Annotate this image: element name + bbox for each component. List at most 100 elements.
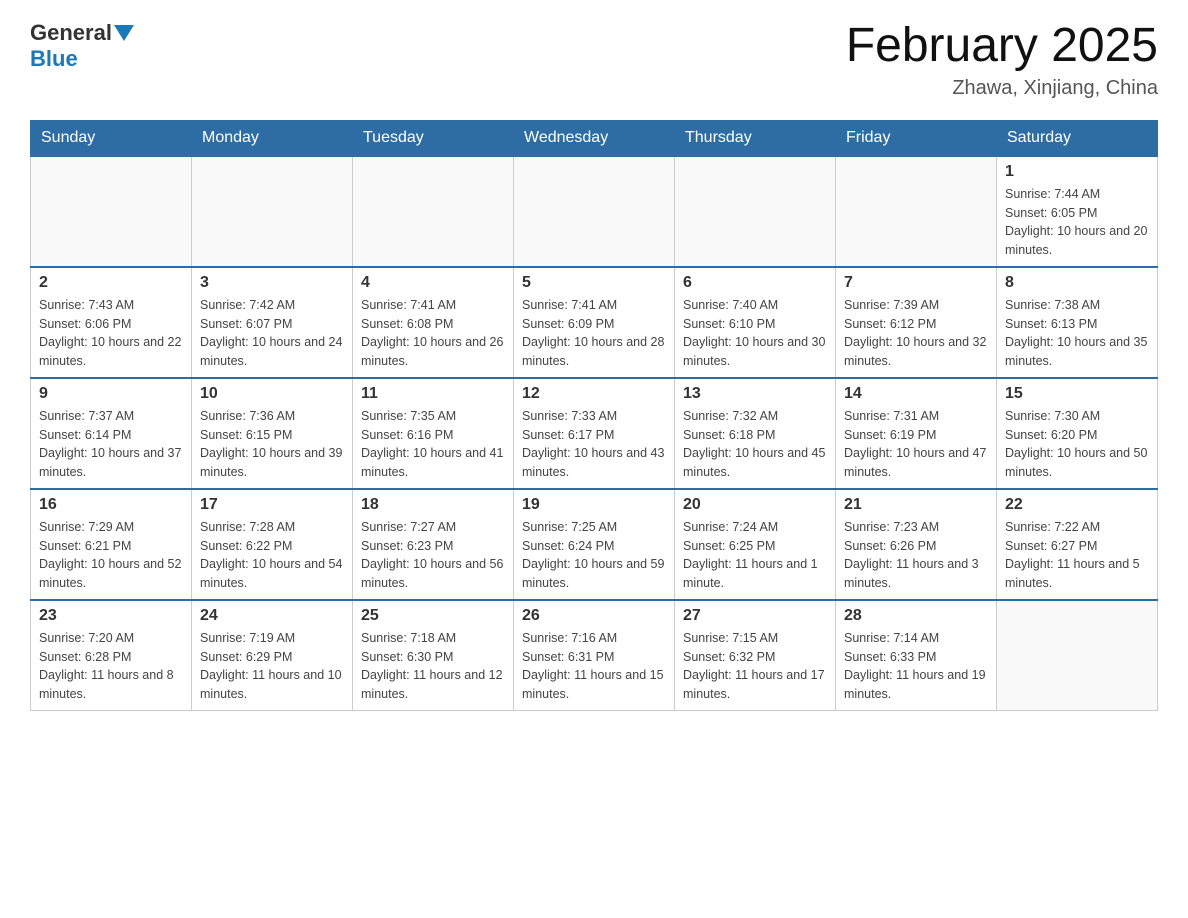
day-number: 11 — [361, 385, 505, 403]
calendar-cell: 8 Sunrise: 7:38 AM Sunset: 6:13 PM Daylig… — [997, 267, 1158, 378]
day-number: 12 — [522, 385, 666, 403]
day-info: Sunrise: 7:28 AM Sunset: 6:22 PM Dayligh… — [200, 518, 344, 593]
calendar-cell: 19Sunrise: 7:25 AM Sunset: 6:24 PM Dayli… — [514, 489, 675, 600]
calendar-cell: 3 Sunrise: 7:42 AM Sunset: 6:07 PM Daylig… — [192, 267, 353, 378]
day-number: 26 — [522, 607, 666, 625]
day-info: Sunrise: 7:24 AM Sunset: 6:25 PM Dayligh… — [683, 518, 827, 593]
calendar-week-row: 9 Sunrise: 7:37 AM Sunset: 6:14 PM Daylig… — [31, 378, 1158, 489]
calendar-cell: 24 Sunrise: 7:19 AM Sunset: 6:29 PM Dayli… — [192, 600, 353, 711]
calendar-day-header: Monday — [192, 120, 353, 156]
day-number: 3 — [200, 274, 344, 292]
calendar-week-row: 23Sunrise: 7:20 AM Sunset: 6:28 PM Dayli… — [31, 600, 1158, 711]
calendar-cell: 7 Sunrise: 7:39 AM Sunset: 6:12 PM Daylig… — [836, 267, 997, 378]
day-info: Sunrise: 7:23 AM Sunset: 6:26 PM Dayligh… — [844, 518, 988, 593]
day-number: 27 — [683, 607, 827, 625]
calendar-cell: 22Sunrise: 7:22 AM Sunset: 6:27 PM Dayli… — [997, 489, 1158, 600]
calendar-cell — [514, 156, 675, 267]
calendar-week-row: 2 Sunrise: 7:43 AM Sunset: 6:06 PM Daylig… — [31, 267, 1158, 378]
day-number: 7 — [844, 274, 988, 292]
calendar-cell — [836, 156, 997, 267]
calendar-cell — [31, 156, 192, 267]
calendar-cell: 28 Sunrise: 7:14 AM Sunset: 6:33 PM Dayli… — [836, 600, 997, 711]
calendar-cell: 4 Sunrise: 7:41 AM Sunset: 6:08 PM Daylig… — [353, 267, 514, 378]
day-number: 6 — [683, 274, 827, 292]
calendar-cell: 11 Sunrise: 7:35 AM Sunset: 6:16 PM Dayli… — [353, 378, 514, 489]
calendar-cell: 5 Sunrise: 7:41 AM Sunset: 6:09 PM Daylig… — [514, 267, 675, 378]
calendar-cell — [997, 600, 1158, 711]
day-number: 22 — [1005, 496, 1149, 514]
day-info: Sunrise: 7:19 AM Sunset: 6:29 PM Dayligh… — [200, 629, 344, 704]
day-info: Sunrise: 7:40 AM Sunset: 6:10 PM Dayligh… — [683, 296, 827, 371]
day-info: Sunrise: 7:29 AM Sunset: 6:21 PM Dayligh… — [39, 518, 183, 593]
day-info: Sunrise: 7:39 AM Sunset: 6:12 PM Dayligh… — [844, 296, 988, 371]
logo-blue-text: Blue — [30, 46, 78, 71]
calendar-cell: 12 Sunrise: 7:33 AM Sunset: 6:17 PM Dayli… — [514, 378, 675, 489]
day-info: Sunrise: 7:32 AM Sunset: 6:18 PM Dayligh… — [683, 407, 827, 482]
calendar-day-header: Wednesday — [514, 120, 675, 156]
day-info: Sunrise: 7:35 AM Sunset: 6:16 PM Dayligh… — [361, 407, 505, 482]
title-section: February 2025 Zhawa, Xinjiang, China — [846, 20, 1158, 100]
day-info: Sunrise: 7:14 AM Sunset: 6:33 PM Dayligh… — [844, 629, 988, 704]
day-info: Sunrise: 7:43 AM Sunset: 6:06 PM Dayligh… — [39, 296, 183, 371]
logo-arrow-icon — [114, 25, 134, 41]
day-number: 4 — [361, 274, 505, 292]
day-info: Sunrise: 7:44 AM Sunset: 6:05 PM Dayligh… — [1005, 185, 1149, 260]
day-number: 23 — [39, 607, 183, 625]
day-info: Sunrise: 7:38 AM Sunset: 6:13 PM Dayligh… — [1005, 296, 1149, 371]
day-number: 19 — [522, 496, 666, 514]
day-info: Sunrise: 7:18 AM Sunset: 6:30 PM Dayligh… — [361, 629, 505, 704]
calendar-cell — [192, 156, 353, 267]
calendar-week-row: 1 Sunrise: 7:44 AM Sunset: 6:05 PM Daylig… — [31, 156, 1158, 267]
day-number: 25 — [361, 607, 505, 625]
calendar-cell: 6 Sunrise: 7:40 AM Sunset: 6:10 PM Daylig… — [675, 267, 836, 378]
logo-general-text: General — [30, 20, 112, 46]
month-title: February 2025 — [846, 20, 1158, 73]
day-number: 13 — [683, 385, 827, 403]
day-number: 5 — [522, 274, 666, 292]
calendar-cell: 25 Sunrise: 7:18 AM Sunset: 6:30 PM Dayli… — [353, 600, 514, 711]
logo: General Blue — [30, 20, 136, 72]
day-number: 2 — [39, 274, 183, 292]
calendar-cell: 26 Sunrise: 7:16 AM Sunset: 6:31 PM Dayli… — [514, 600, 675, 711]
calendar-cell — [353, 156, 514, 267]
calendar-table: SundayMondayTuesdayWednesdayThursdayFrid… — [30, 120, 1158, 711]
day-number: 15 — [1005, 385, 1149, 403]
day-info: Sunrise: 7:16 AM Sunset: 6:31 PM Dayligh… — [522, 629, 666, 704]
calendar-cell: 20 Sunrise: 7:24 AM Sunset: 6:25 PM Dayli… — [675, 489, 836, 600]
calendar-header-row: SundayMondayTuesdayWednesdayThursdayFrid… — [31, 120, 1158, 156]
page-header: General Blue February 2025 Zhawa, Xinjia… — [30, 20, 1158, 100]
day-number: 28 — [844, 607, 988, 625]
day-info: Sunrise: 7:27 AM Sunset: 6:23 PM Dayligh… — [361, 518, 505, 593]
calendar-cell — [675, 156, 836, 267]
day-number: 18 — [361, 496, 505, 514]
day-info: Sunrise: 7:31 AM Sunset: 6:19 PM Dayligh… — [844, 407, 988, 482]
day-info: Sunrise: 7:15 AM Sunset: 6:32 PM Dayligh… — [683, 629, 827, 704]
day-number: 20 — [683, 496, 827, 514]
calendar-day-header: Thursday — [675, 120, 836, 156]
location-text: Zhawa, Xinjiang, China — [846, 77, 1158, 100]
calendar-cell: 2 Sunrise: 7:43 AM Sunset: 6:06 PM Daylig… — [31, 267, 192, 378]
day-number: 24 — [200, 607, 344, 625]
calendar-cell: 18 Sunrise: 7:27 AM Sunset: 6:23 PM Dayli… — [353, 489, 514, 600]
calendar-cell: 15Sunrise: 7:30 AM Sunset: 6:20 PM Dayli… — [997, 378, 1158, 489]
day-number: 16 — [39, 496, 183, 514]
day-number: 14 — [844, 385, 988, 403]
day-info: Sunrise: 7:41 AM Sunset: 6:08 PM Dayligh… — [361, 296, 505, 371]
calendar-cell: 14 Sunrise: 7:31 AM Sunset: 6:19 PM Dayli… — [836, 378, 997, 489]
day-info: Sunrise: 7:33 AM Sunset: 6:17 PM Dayligh… — [522, 407, 666, 482]
day-info: Sunrise: 7:41 AM Sunset: 6:09 PM Dayligh… — [522, 296, 666, 371]
day-info: Sunrise: 7:42 AM Sunset: 6:07 PM Dayligh… — [200, 296, 344, 371]
calendar-cell: 17Sunrise: 7:28 AM Sunset: 6:22 PM Dayli… — [192, 489, 353, 600]
day-number: 1 — [1005, 163, 1149, 181]
calendar-cell: 1 Sunrise: 7:44 AM Sunset: 6:05 PM Daylig… — [997, 156, 1158, 267]
calendar-cell: 21 Sunrise: 7:23 AM Sunset: 6:26 PM Dayli… — [836, 489, 997, 600]
calendar-day-header: Sunday — [31, 120, 192, 156]
day-number: 8 — [1005, 274, 1149, 292]
day-number: 9 — [39, 385, 183, 403]
calendar-cell: 13 Sunrise: 7:32 AM Sunset: 6:18 PM Dayli… — [675, 378, 836, 489]
day-info: Sunrise: 7:37 AM Sunset: 6:14 PM Dayligh… — [39, 407, 183, 482]
calendar-cell: 10Sunrise: 7:36 AM Sunset: 6:15 PM Dayli… — [192, 378, 353, 489]
day-number: 21 — [844, 496, 988, 514]
day-info: Sunrise: 7:36 AM Sunset: 6:15 PM Dayligh… — [200, 407, 344, 482]
calendar-cell: 23Sunrise: 7:20 AM Sunset: 6:28 PM Dayli… — [31, 600, 192, 711]
